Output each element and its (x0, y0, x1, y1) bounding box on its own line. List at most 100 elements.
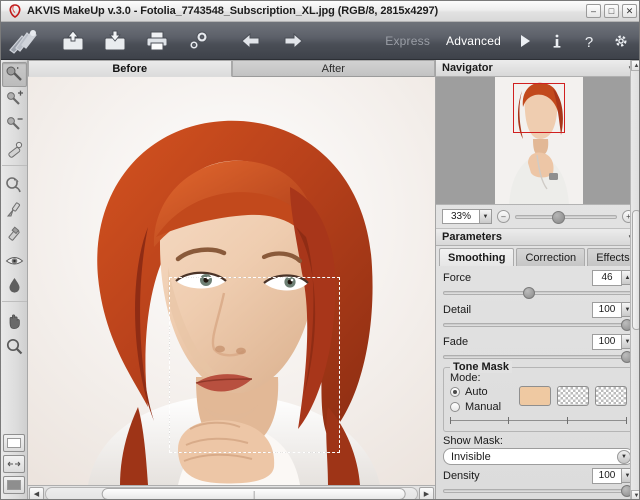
preset-swatch-2[interactable] (3, 455, 25, 473)
panel-scroll-down-button[interactable]: ▼ (631, 490, 639, 499)
info-icon[interactable] (543, 27, 571, 55)
undo-button[interactable] (234, 24, 268, 58)
fade-value[interactable]: 100 (592, 333, 622, 350)
scroll-right-button[interactable]: ▶ (419, 486, 434, 499)
canvas-horizontal-scrollbar[interactable]: ◀ ▶ (28, 485, 435, 499)
force-slider[interactable] (443, 287, 634, 299)
main-toolbar: Express Advanced ? (1, 22, 639, 60)
photo-viewport[interactable] (28, 77, 435, 485)
tone-swatch-2[interactable] (557, 386, 589, 406)
zoom-value[interactable]: 33% (442, 209, 480, 224)
tool-quick-selection[interactable] (2, 62, 27, 87)
force-value[interactable]: 46 (592, 269, 622, 286)
settings-button[interactable] (182, 24, 216, 58)
detail-slider[interactable] (443, 319, 634, 331)
tool-divider-1 (2, 165, 27, 170)
detail-track (443, 323, 634, 327)
navigator-preview[interactable] (436, 77, 639, 205)
panel-scroll-thumb[interactable] (632, 210, 639, 330)
save-image-button[interactable] (98, 24, 132, 58)
akvis-logo-icon (8, 4, 22, 18)
scroll-left-button[interactable]: ◀ (29, 486, 44, 499)
radio-manual-label: Manual (465, 400, 502, 413)
window-controls: – □ ✕ (586, 4, 637, 18)
close-button[interactable]: ✕ (622, 4, 637, 18)
param-detail: Detail 100 ▼ (443, 301, 634, 331)
zoom-out-button[interactable]: – (497, 210, 510, 223)
preset-swatch-3[interactable] (3, 476, 25, 494)
tool-lipstick-brush[interactable] (2, 198, 27, 223)
tone-tick-scale (450, 417, 627, 425)
svg-text:?: ? (585, 34, 593, 50)
redo-button[interactable] (276, 24, 310, 58)
toolbar-right-group: Express Advanced ? (379, 27, 639, 55)
navigator-viewport-rect[interactable] (512, 83, 565, 133)
show-mask-value: Invisible (451, 450, 491, 463)
parameters-panel-header[interactable]: Parameters ▼ (436, 229, 639, 246)
tone-swatch-1[interactable] (519, 386, 551, 406)
preferences-gear-icon[interactable] (607, 27, 635, 55)
makeup-brushes-logo (4, 24, 42, 58)
parameters-body: Force 46 ▲ Detail 100 ▼ Fade 100 ▼ Tone … (436, 266, 639, 499)
tool-eraser[interactable] (2, 137, 27, 162)
force-label: Force (443, 271, 472, 284)
param-show-mask: Show Mask: Invisible ▼ (443, 435, 634, 465)
scroll-track[interactable] (45, 486, 418, 499)
tool-lipstick[interactable] (2, 223, 27, 248)
preset-swatch-1[interactable] (3, 434, 25, 452)
help-icon[interactable]: ? (575, 27, 603, 55)
tools-palette (1, 60, 28, 499)
image-canvas-area: Before After ◀ ▶ (28, 60, 435, 499)
tone-mask-mode-label: Mode: (450, 372, 481, 384)
panel-scroll-up-button[interactable]: ▲ (631, 60, 639, 71)
tool-history-brush[interactable] (2, 173, 27, 198)
detail-value[interactable]: 100 (592, 301, 622, 318)
radio-auto-label: Auto (465, 385, 488, 398)
open-image-button[interactable] (56, 24, 90, 58)
tab-before[interactable]: Before (28, 60, 232, 77)
parameters-vertical-scrollbar[interactable]: ▲ ▼ (630, 60, 639, 499)
mode-express-button[interactable]: Express (379, 32, 436, 50)
zoom-combo[interactable]: 33% ▼ (442, 209, 492, 224)
radio-auto-button[interactable] (450, 386, 460, 397)
tone-mask-title: Tone Mask (450, 361, 513, 373)
tool-zoom[interactable] (2, 334, 27, 359)
title-bar: AKVIS MakeUp v.3.0 - Fotolia_7743548_Sub… (1, 1, 639, 22)
canvas-tabs: Before After (28, 60, 435, 77)
right-panel: Navigator ▼ (435, 60, 639, 499)
scroll-thumb[interactable] (101, 487, 406, 499)
radio-manual-button[interactable] (450, 401, 460, 412)
preset-swatches (3, 434, 26, 497)
tone-swatches (519, 386, 627, 406)
tool-subtract-selection[interactable] (2, 112, 27, 137)
force-thumb[interactable] (523, 287, 536, 299)
density-track (443, 489, 634, 493)
tool-divider-2 (2, 301, 27, 306)
tone-mask-group: Tone Mask Mode: Auto Manual (443, 361, 634, 432)
tool-hand[interactable] (2, 309, 27, 334)
zoom-dropdown-button[interactable]: ▼ (480, 209, 492, 224)
navigator-panel-header[interactable]: Navigator ▼ (436, 60, 639, 77)
tab-after[interactable]: After (231, 60, 435, 77)
akvis-makeup-window: AKVIS MakeUp v.3.0 - Fotolia_7743548_Sub… (0, 0, 640, 500)
minimize-button[interactable]: – (586, 4, 601, 18)
tone-swatch-3[interactable] (595, 386, 627, 406)
density-value[interactable]: 100 (592, 467, 622, 484)
zoom-slider-thumb[interactable] (552, 210, 565, 224)
run-button[interactable] (511, 27, 539, 55)
zoom-slider[interactable] (515, 210, 617, 224)
tool-eye[interactable] (2, 248, 27, 273)
force-track (443, 291, 634, 295)
density-slider[interactable] (443, 485, 634, 497)
tab-smoothing[interactable]: Smoothing (439, 248, 515, 266)
tool-blur-drop[interactable] (2, 273, 27, 298)
show-mask-label: Show Mask: (443, 435, 503, 447)
zoom-controls: 33% ▼ – + (436, 205, 639, 229)
mode-advanced-button[interactable]: Advanced (440, 32, 507, 50)
tool-add-selection[interactable] (2, 87, 27, 112)
maximize-button[interactable]: □ (604, 4, 619, 18)
tab-correction[interactable]: Correction (516, 248, 586, 266)
print-button[interactable] (140, 24, 174, 58)
chevron-down-icon-show-mask[interactable]: ▼ (617, 449, 631, 464)
show-mask-dropdown[interactable]: Invisible ▼ (443, 448, 634, 465)
